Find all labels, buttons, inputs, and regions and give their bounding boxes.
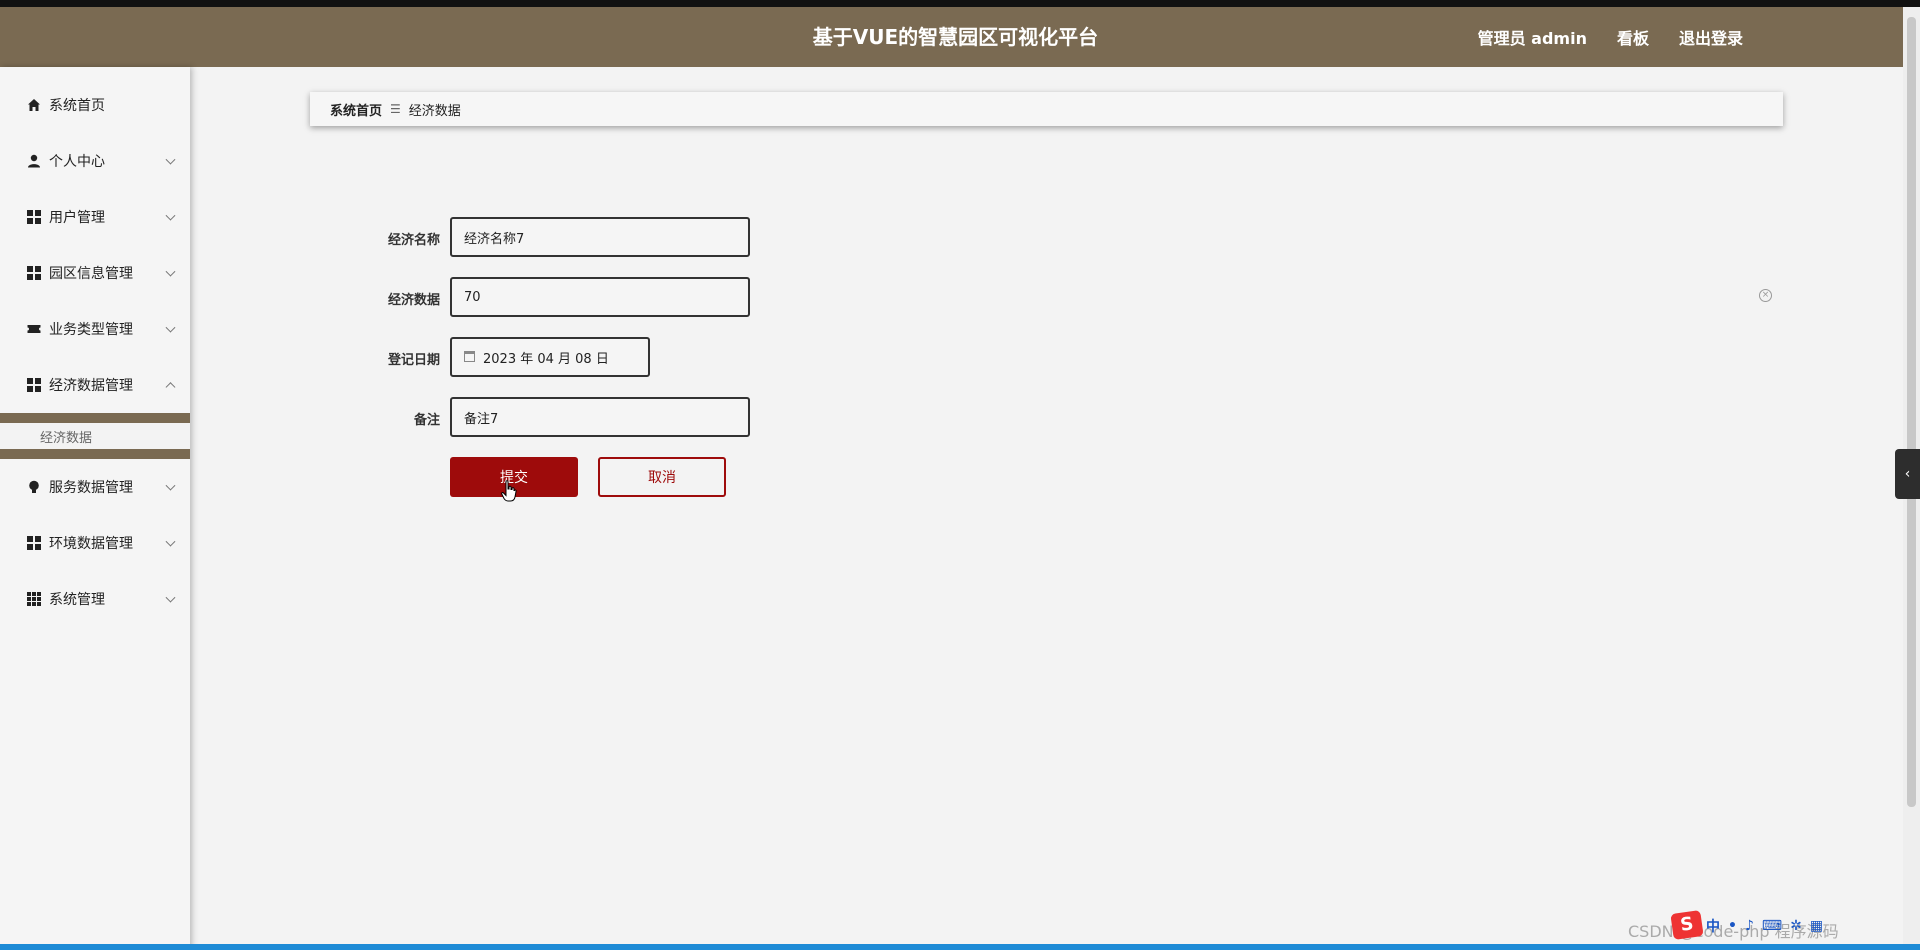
sidebar-item-environment[interactable]: 环境数据管理: [0, 515, 190, 571]
sidebar-subitem-economic-data[interactable]: 经济数据: [0, 423, 190, 449]
sidebar-item-label: 园区信息管理: [49, 266, 133, 282]
collapse-panel-button[interactable]: ‹: [1895, 449, 1920, 499]
chevron-down-icon: [165, 322, 176, 333]
header-links: 管理员 admin 看板 退出登录: [1478, 7, 1743, 67]
mic-icon[interactable]: ♪: [1745, 918, 1754, 934]
calendar-icon: [464, 350, 475, 362]
bulb-icon: [27, 480, 41, 494]
data-input[interactable]: 70: [450, 277, 750, 317]
chevron-down-icon: [165, 480, 176, 491]
breadcrumb-current: 经济数据: [408, 103, 461, 119]
submenu-economic: 经济数据: [0, 413, 190, 459]
date-value: 2023 年 04 月 08 日: [483, 351, 609, 367]
cancel-button[interactable]: 取消: [598, 457, 726, 497]
date-label: 登记日期: [387, 353, 440, 368]
name-input[interactable]: 经济名称7: [450, 217, 750, 257]
sidebar-item-service[interactable]: 服务数据管理: [0, 459, 190, 515]
scrollbar-thumb[interactable]: [1907, 17, 1916, 807]
sidebar-item-label: 环境数据管理: [49, 536, 133, 552]
remark-label: 备注: [413, 413, 440, 428]
apps-grid-icon[interactable]: ▦: [1810, 918, 1823, 934]
chevron-down-icon: [165, 592, 176, 603]
hand-cursor-icon: [501, 480, 517, 502]
chevron-down-icon: [165, 536, 176, 547]
csdn-logo: S: [1670, 910, 1704, 940]
sidebar-item-business-type[interactable]: 业务类型管理: [0, 301, 190, 357]
top-header: 基于VUE的智慧园区可视化平台 管理员 admin 看板 退出登录: [0, 7, 1903, 67]
apps-icon: [27, 592, 41, 606]
sidebar-item-system[interactable]: 系统管理: [0, 571, 190, 627]
chevron-left-icon: ‹: [1904, 466, 1911, 482]
breadcrumb: 系统首页 ☰ 经济数据: [310, 92, 1783, 126]
breadcrumb-home[interactable]: 系统首页: [330, 100, 382, 119]
chevron-down-icon: [165, 266, 176, 277]
grid-icon: [27, 210, 41, 224]
data-label: 经济数据: [387, 293, 440, 308]
sidebar-item-label: 系统首页: [49, 98, 105, 114]
sidebar: 系统首页 个人中心 用户管理 园区信息管理 业务类型管理 经济数据管理 经济数据: [0, 67, 190, 950]
sidebar-item-users[interactable]: 用户管理: [0, 189, 190, 245]
submenu-band: [0, 449, 190, 459]
sidebar-item-label: 业务类型管理: [49, 322, 133, 338]
chevron-up-icon: [165, 382, 176, 393]
chevron-down-icon: [165, 210, 176, 221]
keyboard-icon[interactable]: ⌨: [1762, 918, 1782, 934]
grid-icon: [27, 536, 41, 550]
grid-icon: [27, 378, 41, 392]
user-icon: [27, 154, 41, 168]
sidebar-item-home[interactable]: 系统首页: [0, 77, 190, 133]
dashboard-link[interactable]: 看板: [1617, 25, 1649, 49]
sidebar-item-label: 个人中心: [49, 154, 105, 170]
sidebar-item-label: 系统管理: [49, 592, 105, 608]
home-icon: [27, 98, 41, 112]
top-strip: [0, 0, 1920, 7]
breadcrumb-separator-icon: ☰: [390, 102, 401, 116]
ticket-icon: [27, 322, 41, 336]
sidebar-item-label: 服务数据管理: [49, 480, 133, 496]
taskbar-strip: [0, 944, 1920, 950]
grid-icon: [27, 266, 41, 280]
settings-icon[interactable]: ✲: [1790, 918, 1802, 934]
sidebar-item-profile[interactable]: 个人中心: [0, 133, 190, 189]
name-label: 经济名称: [387, 233, 440, 248]
submenu-band: [0, 413, 190, 423]
sidebar-item-economic[interactable]: 经济数据管理: [0, 357, 190, 413]
remark-input[interactable]: 备注7: [450, 397, 750, 437]
admin-link[interactable]: 管理员 admin: [1478, 25, 1587, 49]
logout-link[interactable]: 退出登录: [1679, 25, 1743, 49]
sidebar-item-park-info[interactable]: 园区信息管理: [0, 245, 190, 301]
chevron-down-icon: [165, 154, 176, 165]
punctuation-icon[interactable]: •: [1728, 918, 1737, 934]
sidebar-item-label: 经济数据管理: [49, 378, 133, 394]
clear-icon[interactable]: ×: [1759, 289, 1772, 302]
date-picker[interactable]: 2023 年 04 月 08 日: [450, 337, 650, 377]
sidebar-item-label: 用户管理: [49, 210, 105, 226]
system-tray: 中 • ♪ ⌨ ✲ ▦: [1706, 916, 1823, 936]
ime-indicator[interactable]: 中: [1706, 916, 1720, 936]
